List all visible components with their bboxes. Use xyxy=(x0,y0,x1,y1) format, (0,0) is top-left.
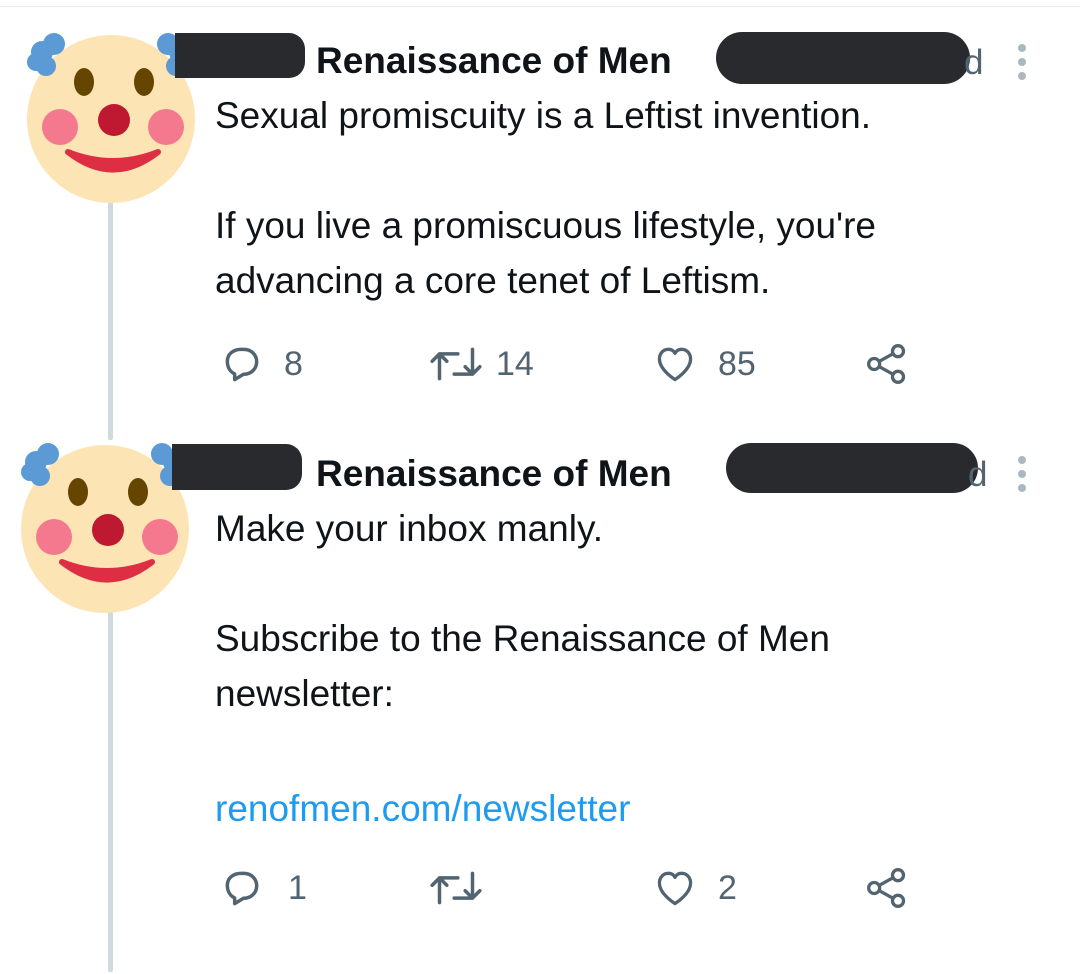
reply-count: 8 xyxy=(284,345,303,383)
more-options-icon[interactable] xyxy=(1018,44,1028,86)
tweet-text: Make your inbox manly. Subscribe to the … xyxy=(215,508,830,714)
redacted-name xyxy=(175,33,305,78)
display-name[interactable]: Renaissance of Men xyxy=(316,42,672,79)
timestamp[interactable]: d xyxy=(964,45,983,80)
display-name[interactable]: Renaissance of Men xyxy=(316,455,672,492)
like-count: 2 xyxy=(718,869,737,907)
top-divider xyxy=(0,6,1080,7)
reply-count: 1 xyxy=(288,869,307,907)
redacted-handle xyxy=(716,32,970,84)
thread-line xyxy=(108,200,113,440)
more-options-icon[interactable] xyxy=(1018,456,1028,498)
share-icon xyxy=(867,344,906,384)
heart-icon xyxy=(657,347,693,382)
share-button[interactable] xyxy=(864,342,910,386)
share-button[interactable] xyxy=(864,866,910,910)
thread-line xyxy=(108,612,113,972)
redacted-handle xyxy=(726,443,978,493)
like-count: 85 xyxy=(718,345,756,383)
newsletter-link[interactable]: renofmen.com/newsletter xyxy=(215,790,630,827)
reply-icon xyxy=(225,347,259,382)
redacted-name xyxy=(172,444,302,490)
tweet-text: Sexual promiscuity is a Leftist inventio… xyxy=(215,95,877,301)
share-icon xyxy=(867,868,906,908)
reply-icon xyxy=(225,871,259,906)
timestamp[interactable]: d xyxy=(968,457,987,492)
like-button[interactable]: 85 xyxy=(652,342,756,386)
retweet-button[interactable]: 14 xyxy=(428,342,534,386)
retweet-count: 14 xyxy=(496,345,534,383)
reply-button[interactable]: 1 xyxy=(220,866,307,910)
retweet-button[interactable] xyxy=(428,866,504,910)
reply-button[interactable]: 8 xyxy=(220,342,303,386)
like-button[interactable]: 2 xyxy=(652,866,737,910)
retweet-icon xyxy=(430,871,482,905)
retweet-icon xyxy=(430,347,482,381)
heart-icon xyxy=(657,871,693,906)
